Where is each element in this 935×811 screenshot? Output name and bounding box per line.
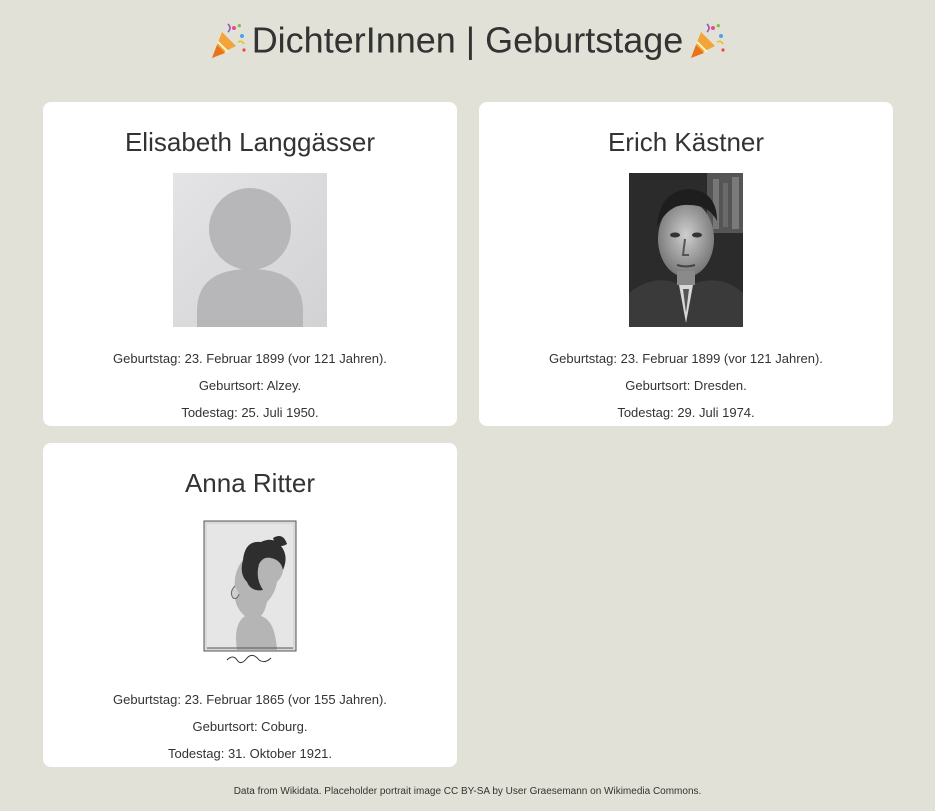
poet-name: Anna Ritter xyxy=(184,468,316,498)
page-title-text: DichterInnen | Geburtstage xyxy=(251,19,684,61)
birthplace-text: Geburtsort: Alzey. xyxy=(198,378,302,393)
birthday-text: Geburtstag: 23. Februar 1899 (vor 121 Ja… xyxy=(113,351,387,366)
birthplace-text: Geburtsort: Coburg. xyxy=(192,719,308,734)
poet-card: Elisabeth Langgässer Geburtstag: 23. Feb… xyxy=(43,102,457,426)
party-popper-icon xyxy=(211,23,246,59)
placeholder-portrait-image xyxy=(173,173,327,327)
birthday-text: Geburtstag: 23. Februar 1865 (vor 155 Ja… xyxy=(113,692,387,707)
deathday-text: Todestag: 31. Oktober 1921. xyxy=(167,746,333,761)
poet-card: Anna Ritter Geburtstag: 23. Februar 1865… xyxy=(43,443,457,767)
page: DichterInnen | Geburtstage Elisabeth Lan… xyxy=(0,0,935,811)
engraving-portrait-image xyxy=(203,520,297,666)
poet-name: Erich Kästner xyxy=(607,127,765,157)
poet-info: Geburtstag: 23. Februar 1899 (vor 121 Ja… xyxy=(479,345,893,426)
birthplace-text: Geburtsort: Dresden. xyxy=(625,378,747,393)
deathday-text: Todestag: 29. Juli 1974. xyxy=(617,405,755,420)
poet-info: Geburtstag: 23. Februar 1865 (vor 155 Ja… xyxy=(43,686,457,767)
party-popper-icon xyxy=(691,23,725,59)
poet-card: Erich Kästner Geburtstag: 23. Februar 18… xyxy=(479,102,893,426)
attribution-footer: Data from Wikidata. Placeholder portrait… xyxy=(233,786,702,797)
poet-info: Geburtstag: 23. Februar 1899 (vor 121 Ja… xyxy=(43,345,457,426)
birthday-text: Geburtstag: 23. Februar 1899 (vor 121 Ja… xyxy=(549,351,823,366)
photo-portrait-image xyxy=(629,173,743,327)
page-title: DichterInnen | Geburtstage xyxy=(0,14,935,64)
poet-name: Elisabeth Langgässer xyxy=(124,127,376,157)
deathday-text: Todestag: 25. Juli 1950. xyxy=(181,405,319,420)
